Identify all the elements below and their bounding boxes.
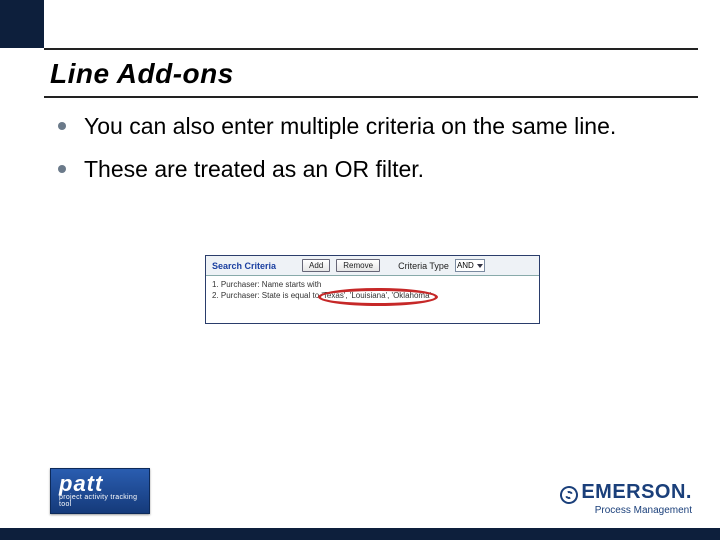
rule-top xyxy=(44,48,698,50)
body-content: You can also enter multiple criteria on … xyxy=(58,112,680,198)
criteria-type-label: Criteria Type xyxy=(398,261,449,271)
criteria-line: 1. Purchaser: Name starts with xyxy=(212,279,533,290)
bullet-text: You can also enter multiple criteria on … xyxy=(84,112,616,141)
search-criteria-panel: Search Criteria Add Remove Criteria Type… xyxy=(205,255,540,324)
emerson-logo: EMERSON. Process Management xyxy=(560,481,692,516)
bullet-item: These are treated as an OR filter. xyxy=(58,155,680,184)
chevron-down-icon xyxy=(477,264,483,268)
criteria-type-value: AND xyxy=(457,261,474,270)
emerson-tagline: Process Management xyxy=(560,505,692,516)
panel-body: 1. Purchaser: Name starts with 2. Purcha… xyxy=(206,276,539,323)
bullet-icon xyxy=(58,122,66,130)
emerson-wordmark: EMERSON. xyxy=(560,481,692,504)
helix-icon xyxy=(558,483,581,506)
panel-title: Search Criteria xyxy=(212,261,276,271)
bullet-icon xyxy=(58,165,66,173)
bullet-item: You can also enter multiple criteria on … xyxy=(58,112,680,141)
remove-button[interactable]: Remove xyxy=(336,259,380,272)
patt-wordmark: patt xyxy=(59,474,103,494)
rule-under-title xyxy=(44,96,698,98)
patt-tagline: project activity tracking tool xyxy=(59,494,149,508)
emerson-name: EMERSON. xyxy=(581,481,692,504)
page-title: Line Add-ons xyxy=(50,58,234,90)
patt-logo: patt project activity tracking tool xyxy=(50,468,150,514)
footer-strip xyxy=(0,528,720,540)
panel-header: Search Criteria Add Remove Criteria Type… xyxy=(206,256,539,276)
criteria-line: 2. Purchaser: State is equal to 'Texas',… xyxy=(212,290,533,301)
add-button[interactable]: Add xyxy=(302,259,330,272)
bullet-text: These are treated as an OR filter. xyxy=(84,155,424,184)
criteria-type-select[interactable]: AND xyxy=(455,259,485,272)
corner-accent xyxy=(0,0,44,48)
